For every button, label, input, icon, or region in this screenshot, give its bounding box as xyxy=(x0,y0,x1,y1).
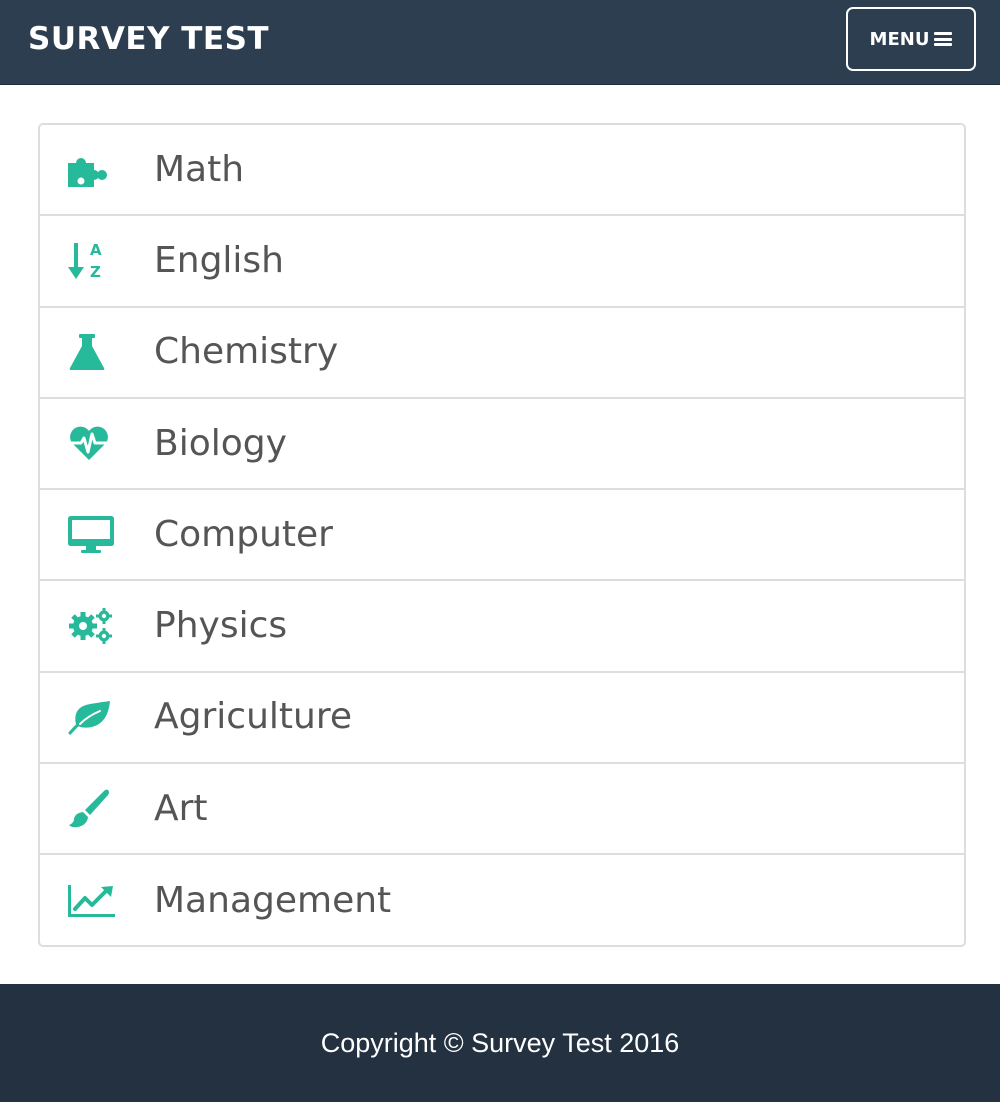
menu-label: MENU xyxy=(869,28,930,50)
subject-item-art[interactable]: Art xyxy=(40,764,964,856)
gears-icon xyxy=(68,604,118,648)
hamburger-icon xyxy=(934,32,953,46)
brand-title[interactable]: SURVEY TEST xyxy=(28,20,269,58)
subject-item-math[interactable]: Math xyxy=(40,125,964,217)
subject-label: Math xyxy=(154,148,245,190)
svg-text:A: A xyxy=(90,241,102,259)
subject-label: Biology xyxy=(154,422,287,464)
paint-brush-icon xyxy=(68,787,118,831)
line-chart-icon xyxy=(68,879,118,923)
puzzle-icon xyxy=(68,148,118,192)
footer: Copyright © Survey Test 2016 xyxy=(0,984,1000,1102)
subject-item-biology[interactable]: Biology xyxy=(40,399,964,491)
subject-item-computer[interactable]: Computer xyxy=(40,490,964,582)
subject-item-english[interactable]: A Z English xyxy=(40,216,964,308)
subject-label: Computer xyxy=(154,513,333,555)
leaf-icon xyxy=(68,695,118,739)
subject-list: Math A Z English Chemistry Biology Compu… xyxy=(38,123,966,947)
menu-button[interactable]: MENU xyxy=(846,7,976,71)
subject-label: Art xyxy=(154,787,208,829)
subject-label: Physics xyxy=(154,605,288,647)
subject-label: Management xyxy=(154,880,392,922)
desktop-icon xyxy=(68,513,118,557)
subject-label: Chemistry xyxy=(154,331,339,373)
sort-alpha-down-icon: A Z xyxy=(68,239,118,283)
subject-item-chemistry[interactable]: Chemistry xyxy=(40,308,964,399)
subject-item-agriculture[interactable]: Agriculture xyxy=(40,673,964,765)
subject-label: Agriculture xyxy=(154,696,352,738)
subject-item-physics[interactable]: Physics xyxy=(40,581,964,673)
subject-label: English xyxy=(154,239,284,281)
top-navbar: SURVEY TEST MENU xyxy=(0,0,1000,85)
subject-item-management[interactable]: Management xyxy=(40,855,964,946)
svg-text:Z: Z xyxy=(90,263,101,281)
copyright-text: Copyright © Survey Test 2016 xyxy=(320,1028,680,1058)
heartbeat-icon xyxy=(68,422,118,466)
flask-icon xyxy=(68,330,118,374)
